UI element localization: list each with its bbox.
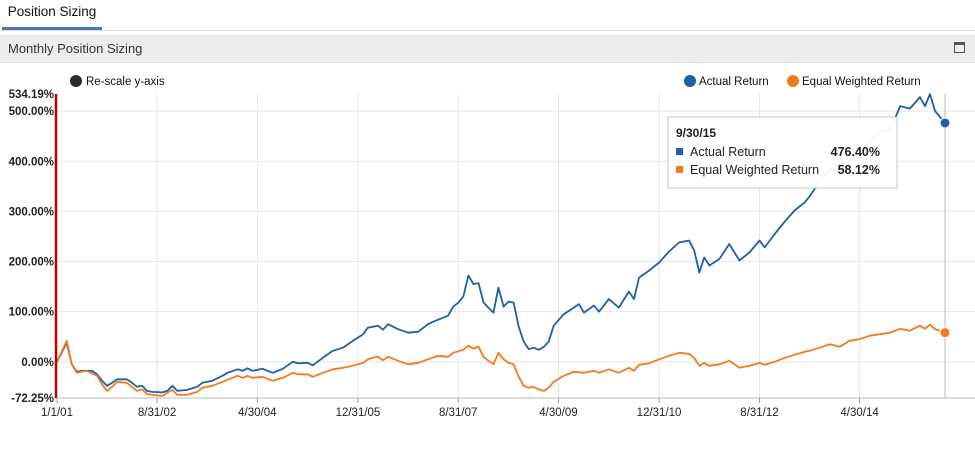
line-chart[interactable]: Re-scale y-axis Actual Return Equal Weig… [0, 64, 975, 451]
legend-dot-equal-icon[interactable] [787, 75, 799, 87]
tab-position-sizing[interactable]: Position Sizing [2, 0, 102, 30]
x-tick-label: 12/31/10 [637, 407, 682, 419]
y-tick-label: 500.00% [9, 106, 54, 118]
tooltip-date: 9/30/15 [676, 126, 716, 140]
y-tick-label: 300.00% [9, 206, 54, 218]
series-line-equal [56, 323, 946, 397]
maximize-icon[interactable] [954, 42, 965, 53]
x-tick-label: 8/31/02 [138, 407, 176, 419]
x-tick-label: 8/31/07 [439, 407, 477, 419]
y-tick-label: 0.00% [21, 357, 54, 369]
x-tick-label: 1/1/01 [41, 407, 73, 419]
tooltip-square-equal-icon [676, 166, 683, 173]
legend-item-actual[interactable]: Actual Return [684, 75, 769, 88]
tooltip-label-actual: Actual Return [690, 145, 766, 159]
legend: Re-scale y-axis Actual Return Equal Weig… [70, 75, 921, 88]
x-tick-label: 4/30/14 [840, 407, 879, 419]
tab-bar: Position Sizing [0, 0, 975, 31]
tooltip-label-equal: Equal Weighted Return [690, 163, 819, 177]
legend-dot-actual-icon[interactable] [684, 75, 696, 87]
x-tick-label: 4/30/04 [238, 407, 277, 419]
tooltip-value-equal: 58.12% [838, 163, 880, 177]
panel-header: Monthly Position Sizing [0, 35, 975, 63]
panel-title: Monthly Position Sizing [8, 41, 143, 56]
x-axis: 1/1/01 8/31/02 4/30/04 12/31/05 8/31/07 4/30/… [41, 397, 975, 419]
tooltip-value-actual: 476.40% [831, 145, 880, 159]
y-tick-label: 534.19% [9, 89, 54, 101]
x-tick-label: 12/31/05 [336, 407, 381, 419]
y-tick-label: 100.00% [9, 307, 54, 319]
legend-item-equal[interactable]: Equal Weighted Return [787, 75, 921, 88]
rescale-dot-icon[interactable] [70, 75, 82, 87]
hover-point-actual[interactable] [939, 117, 951, 129]
x-tick-label: 4/30/09 [539, 407, 577, 419]
tooltip: 9/30/15 Actual Return 476.40% Equal Weig… [667, 116, 898, 189]
tooltip-square-actual-icon [676, 148, 683, 155]
x-tick-label: 8/31/12 [740, 407, 778, 419]
y-axis: 534.19% 500.00% 400.00% 300.00% 200.00% 100.0… [9, 89, 54, 405]
rescale-toggle[interactable]: Re-scale y-axis [70, 75, 165, 88]
legend-label-actual[interactable]: Actual Return [699, 76, 769, 88]
y-tick-label: 400.00% [9, 156, 54, 168]
y-tick-label: -72.25% [11, 393, 54, 405]
legend-label-equal[interactable]: Equal Weighted Return [802, 76, 921, 88]
hover-point-equal[interactable] [939, 327, 951, 339]
y-tick-label: 200.00% [9, 257, 54, 269]
rescale-label[interactable]: Re-scale y-axis [86, 76, 165, 88]
